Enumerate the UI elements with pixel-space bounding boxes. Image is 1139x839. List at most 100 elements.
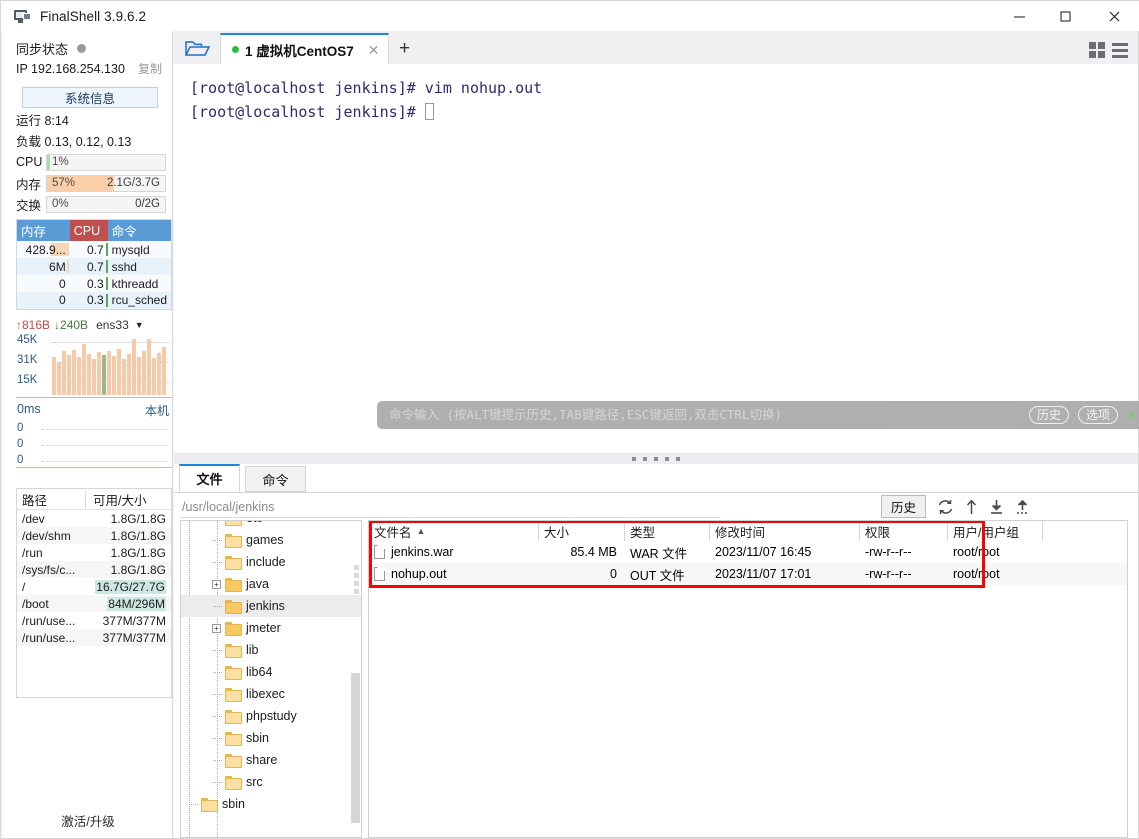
disk-table-header: 路径 可用/大小: [17, 489, 171, 510]
tree-scrollbar[interactable]: [351, 673, 360, 823]
tab-commands[interactable]: 命令: [245, 466, 306, 492]
folder-icon: [201, 798, 218, 812]
tree-node-sbin[interactable]: sbin: [181, 727, 361, 749]
process-col-memory[interactable]: 内存: [16, 219, 70, 241]
process-col-command[interactable]: 命令: [107, 219, 172, 241]
add-tab-button[interactable]: +: [389, 33, 421, 64]
grid-view-icon[interactable]: [1089, 42, 1105, 58]
network-interface-label[interactable]: ens33: [96, 318, 129, 332]
network-download-rate: ↓240B: [54, 317, 89, 332]
column-header-type[interactable]: 类型: [625, 521, 710, 541]
terminal-output[interactable]: [root@localhost jenkins]# vim nohup.out …: [174, 64, 1139, 453]
tree-node-include[interactable]: include: [181, 551, 361, 573]
disk-row[interactable]: /sys/fs/c... 1.8G/1.8G: [17, 561, 171, 578]
session-tab-centos7[interactable]: 1 虚拟机CentOS7 ✕: [220, 33, 389, 64]
memory-meter-value: 2.1G/3.7G: [106, 176, 160, 189]
file-name: nohup.out: [391, 567, 447, 581]
system-info-button[interactable]: 系统信息: [22, 87, 158, 108]
process-command: kthreadd: [107, 275, 172, 292]
disk-row[interactable]: /run/use... 377M/377M: [17, 612, 171, 629]
activate-upgrade-link[interactable]: 激活/升级: [3, 811, 173, 830]
close-button[interactable]: [1088, 1, 1139, 31]
expand-icon[interactable]: +: [212, 579, 221, 589]
directory-tree[interactable]: etc games include +java jenkins +jmeter …: [180, 520, 362, 838]
file-row-jenkins-war[interactable]: jenkins.war 85.4 MB WAR 文件 2023/11/07 16…: [369, 541, 1127, 563]
tree-node-lib[interactable]: lib: [181, 639, 361, 661]
disk-row[interactable]: /boot 84M/296M: [17, 595, 171, 612]
latency-y-label: 0: [17, 437, 24, 450]
disk-row[interactable]: / 16.7G/27.7G: [17, 578, 171, 595]
sync-status-label: 同步状态: [16, 41, 69, 57]
process-row[interactable]: 0 0.3 kthreadd: [16, 275, 172, 292]
disk-row[interactable]: /run 1.8G/1.8G: [17, 544, 171, 561]
process-cpu: 0.7: [86, 259, 104, 274]
disk-row[interactable]: /dev/shm 1.8G/1.8G: [17, 527, 171, 544]
swap-meter-percent: 0%: [52, 197, 69, 210]
file-browser-panel: 文件 命令 /usr/local/jenkins 历史 games includ…: [174, 464, 1138, 838]
column-header-permissions[interactable]: 权限: [860, 521, 948, 541]
network-traffic-chart: 45K 31K 15K: [16, 334, 172, 398]
tree-node-lib64[interactable]: lib64: [181, 661, 361, 683]
latency-y-label: 0: [17, 421, 24, 434]
expand-icon[interactable]: +: [212, 623, 221, 633]
upload-icon[interactable]: [1015, 499, 1030, 515]
tree-node-games[interactable]: games: [181, 529, 361, 551]
command-options-button[interactable]: 选项: [1077, 406, 1118, 424]
command-history-button[interactable]: 历史: [1028, 406, 1069, 424]
process-memory: 428.9...: [25, 242, 66, 257]
network-y-label: 15K: [17, 373, 38, 386]
column-header-modified[interactable]: 修改时间: [710, 521, 860, 541]
latency-host-label: 本机: [144, 403, 169, 418]
maximize-button[interactable]: [1042, 1, 1088, 31]
column-header-size[interactable]: 大小: [539, 521, 625, 541]
chevron-down-icon[interactable]: ▼: [135, 320, 144, 330]
up-arrow-icon[interactable]: [965, 499, 978, 515]
tabbar-actions: [1089, 42, 1138, 64]
open-folder-icon[interactable]: [174, 33, 220, 64]
column-header-filename[interactable]: 文件名 ▲: [369, 521, 539, 541]
close-icon[interactable]: ✕: [368, 43, 380, 57]
folder-icon: [225, 732, 242, 746]
process-row[interactable]: 0 0.3 rcu_sched: [16, 292, 172, 309]
tree-node-jenkins[interactable]: jenkins: [181, 595, 361, 617]
ip-row: IP 192.168.254.130 复制: [3, 60, 172, 81]
disk-row[interactable]: /dev 1.8G/1.8G: [17, 510, 171, 527]
hamburger-menu-icon[interactable]: [1112, 42, 1128, 58]
process-table-header: 内存 CPU 命令: [16, 219, 172, 241]
folder-icon: [225, 776, 242, 790]
tree-node-label: lib64: [246, 665, 273, 679]
panel-splitter[interactable]: [174, 453, 1138, 464]
disk-size: 377M/377M: [102, 613, 166, 628]
process-row[interactable]: 428.9... 0.7 mysqld: [16, 241, 172, 258]
terminal-cursor: [424, 103, 434, 120]
tree-node-label: sbin: [222, 797, 245, 811]
tree-node-libexec[interactable]: libexec: [181, 683, 361, 705]
tree-node-java[interactable]: + java: [181, 573, 361, 595]
tree-node-src[interactable]: src: [181, 771, 361, 793]
disk-usage-table: 路径 可用/大小 /dev 1.8G/1.8G /dev/shm 1.8G/1.8G…: [16, 488, 172, 698]
command-input-bar[interactable]: 命令输入 (按ALT键提示历史,TAB键路径,ESC键返回,双击CTRL切换) …: [377, 401, 1139, 429]
process-col-cpu[interactable]: CPU: [69, 219, 108, 241]
disk-col-size: 可用/大小: [85, 489, 171, 509]
process-memory: 0: [16, 275, 70, 292]
file-history-button[interactable]: 历史: [880, 495, 926, 518]
tab-files[interactable]: 文件: [179, 464, 240, 492]
column-header-owner[interactable]: 用户/用户组: [948, 521, 1043, 541]
refresh-icon[interactable]: [937, 499, 954, 515]
minimize-button[interactable]: [996, 1, 1042, 31]
file-list[interactable]: 文件名 ▲ 大小 类型 修改时间 权限 用户/用户组 jenkins.war 85…: [368, 520, 1128, 838]
tree-node-share[interactable]: share: [181, 749, 361, 771]
tree-node-root-sbin[interactable]: sbin: [181, 793, 361, 815]
copy-ip-button[interactable]: 复制: [138, 60, 162, 77]
folder-icon: [225, 622, 242, 636]
download-icon[interactable]: [989, 499, 1004, 515]
bolt-icon[interactable]: ⚡: [1127, 407, 1136, 423]
disk-row[interactable]: /run/use... 377M/377M: [17, 629, 171, 646]
current-path[interactable]: /usr/local/jenkins: [182, 500, 274, 514]
file-permissions: -rw-r--r--: [865, 545, 912, 559]
file-row-nohup-out[interactable]: nohup.out 0 OUT 文件 2023/11/07 17:01 -rw-…: [369, 563, 1127, 585]
tree-node-jmeter[interactable]: + jmeter: [181, 617, 361, 639]
tree-node-phpstudy[interactable]: phpstudy: [181, 705, 361, 727]
tree-node-etc[interactable]: etc: [181, 521, 361, 529]
process-row[interactable]: 6M 0.7 sshd: [16, 258, 172, 275]
